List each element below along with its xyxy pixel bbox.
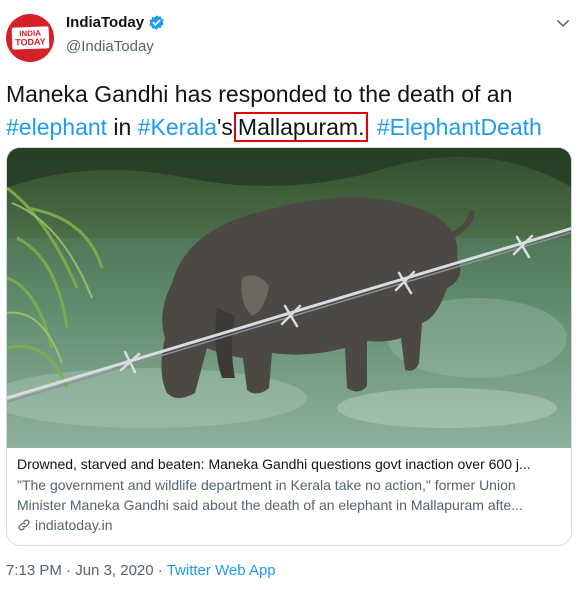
card-description-line-1: "The government and wildlife department … [17, 477, 516, 493]
elephant-in-river-photo [7, 148, 571, 448]
hashtag-kerala[interactable]: #Kerala [138, 114, 217, 140]
tweet-source[interactable]: Twitter Web App [167, 562, 276, 579]
card-image[interactable] [7, 148, 571, 448]
tweet-text-line-2: #elephant in #Kerala's Mallapuram. #Eleph… [6, 111, 576, 144]
card-meta: Drowned, starved and beaten: Maneka Gand… [17, 455, 563, 535]
tweet-text-part: 's [217, 114, 233, 140]
link-icon [18, 519, 30, 531]
display-name[interactable]: IndiaToday [66, 14, 144, 31]
verified-badge-icon [149, 15, 164, 30]
tweet-text-part: Maneka Gandhi has responded to the death… [6, 81, 513, 107]
highlighted-location: Mallapuram. [233, 112, 369, 142]
card-description: "The government and wildlife department … [17, 475, 563, 515]
card-title[interactable]: Drowned, starved and beaten: Maneka Gand… [17, 455, 563, 473]
hashtag-elephant[interactable]: #elephant [6, 114, 107, 140]
card-domain: indiatoday.in [35, 517, 113, 533]
tweet-date[interactable]: Jun 3, 2020 [75, 562, 153, 579]
tweet-time[interactable]: 7:13 PM [6, 562, 62, 579]
meta-separator: · [157, 562, 163, 579]
hashtag-elephantdeath[interactable]: #ElephantDeath [377, 114, 542, 140]
tweet-text-line-1: Maneka Gandhi has responded to the death… [6, 78, 576, 111]
tweet-meta: 7:13 PM · Jun 3, 2020 · Twitter Web App [6, 562, 276, 579]
avatar[interactable]: INDIA TODAY [6, 14, 54, 62]
card-domain-row: indiatoday.in [17, 515, 563, 535]
tweet-text-part: in [107, 114, 138, 140]
chevron-down-icon[interactable] [554, 14, 572, 32]
india-today-logo: INDIA TODAY [11, 26, 49, 50]
link-card[interactable]: Drowned, starved and beaten: Maneka Gand… [6, 147, 572, 546]
author-name-row[interactable]: IndiaToday [66, 14, 165, 31]
meta-separator: · [66, 562, 72, 579]
author-handle[interactable]: @IndiaToday [66, 38, 154, 55]
card-description-line-2: Minister Maneka Gandhi said about the de… [17, 497, 523, 513]
tweet: INDIA TODAY IndiaToday @IndiaToday Manek… [0, 0, 582, 590]
tweet-text: Maneka Gandhi has responded to the death… [6, 78, 576, 144]
logo-line-2: TODAY [14, 36, 46, 48]
